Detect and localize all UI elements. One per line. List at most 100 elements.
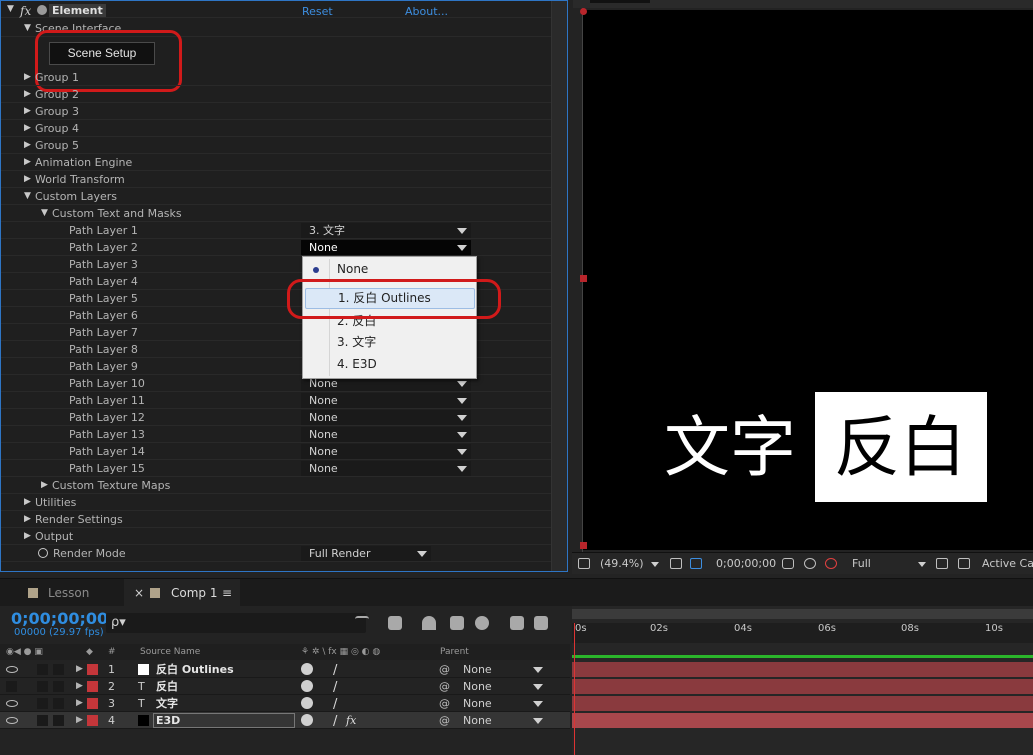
shy-switch-icon[interactable] — [301, 680, 313, 692]
tab-comp-1[interactable]: × Comp 1 ≡ — [124, 579, 240, 607]
expand-triangle-icon[interactable]: ▶ — [24, 494, 31, 511]
graph-editor-icon[interactable] — [510, 616, 524, 630]
color-channels-icon[interactable] — [825, 558, 837, 569]
expand-triangle-icon[interactable]: ▶ — [41, 477, 48, 494]
switches-icon[interactable]: ⚘ ✲ \ fx ▦ ◎ ◐ ◍ — [301, 644, 380, 660]
group-4-row[interactable]: ▶ Group 4 — [1, 120, 551, 137]
shy-switch-icon[interactable] — [301, 714, 313, 726]
expand-triangle-icon[interactable]: ▶ — [24, 103, 31, 120]
quality-switch[interactable]: / — [333, 679, 337, 696]
layer-name[interactable]: 文字 — [156, 695, 178, 712]
pickwhip-icon[interactable]: @ — [439, 661, 450, 678]
path-layer-dropdown[interactable]: None — [301, 410, 471, 425]
quality-switch[interactable]: / — [333, 696, 337, 713]
parent-select[interactable]: None — [463, 661, 492, 678]
animation-engine-row[interactable]: ▶ Animation Engine — [1, 154, 551, 171]
label-color-icon[interactable] — [87, 715, 98, 726]
label-color-icon[interactable] — [87, 681, 98, 692]
lock-toggle[interactable] — [53, 681, 64, 692]
region-of-interest-icon[interactable] — [936, 558, 948, 569]
frame-blending-icon[interactable] — [450, 616, 464, 630]
layer-row[interactable]: ▶ 2 T 反白 / @ None — [0, 678, 570, 695]
path-layer-dropdown[interactable]: 3. 文字 — [301, 223, 471, 238]
menu-item-layer-4[interactable]: 4. E3D — [303, 354, 476, 375]
transparency-grid-icon[interactable] — [958, 558, 970, 569]
layer-duration-bar[interactable] — [572, 662, 1033, 677]
group-3-row[interactable]: ▶ Group 3 — [1, 103, 551, 120]
expand-triangle-icon[interactable]: ▶ — [24, 137, 31, 154]
about-link[interactable]: About... — [405, 3, 448, 20]
eye-toggle[interactable] — [6, 681, 17, 692]
viewer-timecode[interactable]: 0;00;00;00 — [716, 553, 776, 575]
path-layer-dropdown[interactable]: None — [301, 444, 471, 459]
expand-triangle-icon[interactable]: ▶ — [24, 511, 31, 528]
custom-texture-maps-row[interactable]: ▶ Custom Texture Maps — [1, 477, 551, 494]
path-layer-dropdown[interactable]: None — [301, 393, 471, 408]
fx-icon[interactable]: fx — [20, 3, 31, 20]
menu-item-none[interactable]: None — [303, 259, 476, 280]
pickwhip-icon[interactable]: @ — [439, 678, 450, 695]
time-ruler[interactable]: 0s 02s 04s 06s 08s 10s — [572, 623, 1033, 643]
zoom-level[interactable]: (49.4%) — [600, 553, 644, 575]
lock-toggle[interactable] — [53, 715, 64, 726]
expand-triangle-icon[interactable]: ▶ — [76, 661, 83, 678]
label-color-icon[interactable] — [87, 664, 98, 675]
solo-toggle[interactable] — [37, 681, 48, 692]
group-5-row[interactable]: ▶ Group 5 — [1, 137, 551, 154]
work-area-bar[interactable] — [572, 609, 1033, 619]
shy-layers-icon[interactable] — [422, 616, 436, 630]
path-layer-dropdown[interactable]: None — [301, 461, 471, 476]
brainstorm-icon[interactable] — [534, 616, 548, 630]
magnify-icon[interactable] — [578, 558, 590, 569]
scrollbar[interactable] — [551, 1, 567, 571]
lock-toggle[interactable] — [53, 664, 64, 675]
column-source-name[interactable]: Source Name — [140, 644, 200, 660]
chevron-down-icon[interactable] — [533, 718, 543, 724]
expand-triangle-icon[interactable]: ▶ — [24, 69, 31, 86]
layer-name[interactable]: 反白 Outlines — [156, 661, 234, 678]
channel-icon[interactable] — [804, 558, 816, 569]
resolution-value[interactable]: Full — [852, 553, 871, 575]
safe-zones-icon[interactable] — [670, 558, 682, 569]
close-icon[interactable]: × — [134, 579, 144, 607]
group-1-row[interactable]: ▶ Group 1 — [1, 69, 551, 86]
layer-duration-bar[interactable] — [572, 696, 1033, 711]
chevron-down-icon[interactable] — [533, 667, 543, 673]
chevron-down-icon[interactable] — [918, 562, 926, 567]
draft-3d-icon[interactable] — [388, 616, 402, 630]
group-2-row[interactable]: ▶ Group 2 — [1, 86, 551, 103]
chevron-down-icon[interactable] — [533, 701, 543, 707]
custom-text-masks-row[interactable]: ▼ Custom Text and Masks — [1, 205, 551, 222]
comp-mini-flowchart-icon[interactable] — [355, 616, 369, 630]
output-row[interactable]: ▶ Output — [1, 528, 551, 545]
solo-toggle[interactable] — [37, 715, 48, 726]
label-color-icon[interactable] — [87, 698, 98, 709]
lock-toggle[interactable] — [53, 698, 64, 709]
quality-switch[interactable]: / — [333, 713, 337, 730]
utilities-row[interactable]: ▶ Utilities — [1, 494, 551, 511]
bounding-handle[interactable] — [580, 8, 587, 15]
quality-switch[interactable]: / — [333, 662, 337, 679]
chevron-down-icon[interactable] — [651, 562, 659, 567]
viewer-tab[interactable] — [590, 0, 650, 3]
bounding-handle[interactable] — [580, 275, 587, 282]
eye-icon[interactable]: ◉◀ ● ▣ — [6, 644, 43, 660]
layer-row[interactable]: ▶ 1 反白 Outlines / @ None — [0, 661, 570, 678]
chevron-down-icon[interactable] — [533, 684, 543, 690]
parent-select[interactable]: None — [463, 712, 492, 729]
expand-triangle-icon[interactable]: ▶ — [24, 171, 31, 188]
expand-triangle-icon[interactable]: ▶ — [24, 528, 31, 545]
stopwatch-icon[interactable] — [38, 548, 48, 558]
solo-toggle[interactable] — [37, 664, 48, 675]
fx-icon[interactable]: fx — [346, 712, 356, 729]
eye-icon[interactable] — [6, 717, 18, 724]
path-layer-dropdown[interactable]: None — [301, 427, 471, 442]
expand-triangle-icon[interactable]: ▼ — [24, 188, 31, 205]
layer-row[interactable]: ▶ 4 E3D / fx @ None — [0, 712, 570, 729]
expand-triangle-icon[interactable]: ▼ — [24, 20, 31, 37]
label-icon[interactable]: ◆ — [86, 644, 93, 660]
playhead[interactable] — [574, 623, 575, 755]
camera-icon[interactable] — [782, 558, 794, 569]
layer-duration-bar[interactable] — [572, 713, 1033, 728]
parent-select[interactable]: None — [463, 678, 492, 695]
